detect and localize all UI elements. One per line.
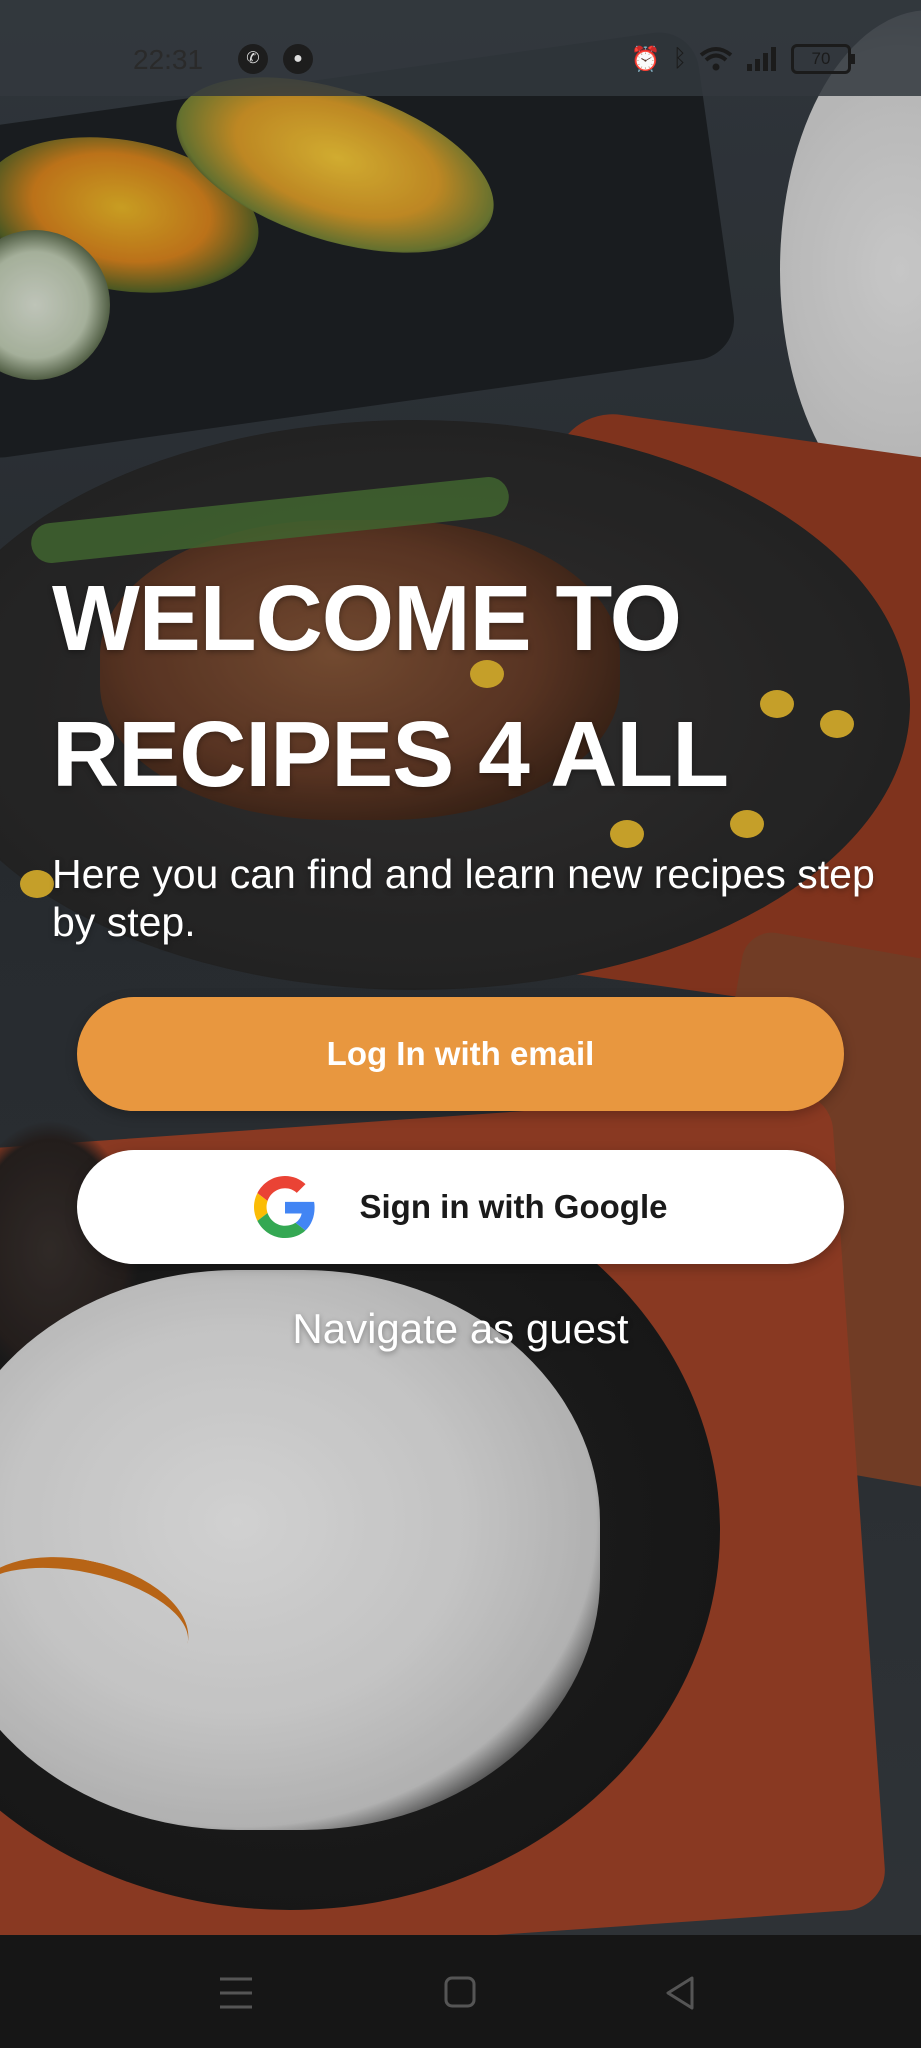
notification-icon: ● — [283, 44, 313, 74]
title-line-1: WELCOME TO — [52, 566, 682, 670]
alarm-icon: ⏰ — [630, 45, 661, 73]
guest-link[interactable]: Navigate as guest — [0, 1305, 921, 1353]
signal-icon — [747, 47, 776, 71]
battery-indicator: 70 — [791, 44, 855, 74]
page-title: WELCOME TO RECIPES 4 ALL — [52, 550, 882, 822]
bluetooth-icon: ᛒ — [672, 45, 687, 72]
wifi-icon — [699, 47, 733, 71]
status-icons: ⏰ ᛒ 70 — [630, 44, 855, 74]
login-email-label: Log In with email — [326, 1035, 595, 1072]
whatsapp-icon: ✆ — [238, 44, 268, 74]
status-bar: 22:31 ✆ ● ⏰ ᛒ 70 — [0, 0, 921, 96]
page-subtitle: Here you can find and learn new recipes … — [52, 851, 875, 945]
home-icon[interactable] — [430, 1965, 490, 2021]
menu-icon[interactable] — [206, 1965, 266, 2021]
google-logo-icon — [253, 1176, 315, 1238]
system-nav-bar — [0, 1935, 921, 2048]
title-line-2: RECIPES 4 ALL — [52, 702, 729, 806]
google-signin-label: Sign in with Google — [359, 1188, 668, 1225]
google-signin-button[interactable]: Sign in with Google — [77, 1150, 844, 1264]
back-icon[interactable] — [650, 1965, 710, 2021]
login-email-button[interactable]: Log In with email — [77, 997, 844, 1111]
status-time: 22:31 — [133, 44, 204, 75]
